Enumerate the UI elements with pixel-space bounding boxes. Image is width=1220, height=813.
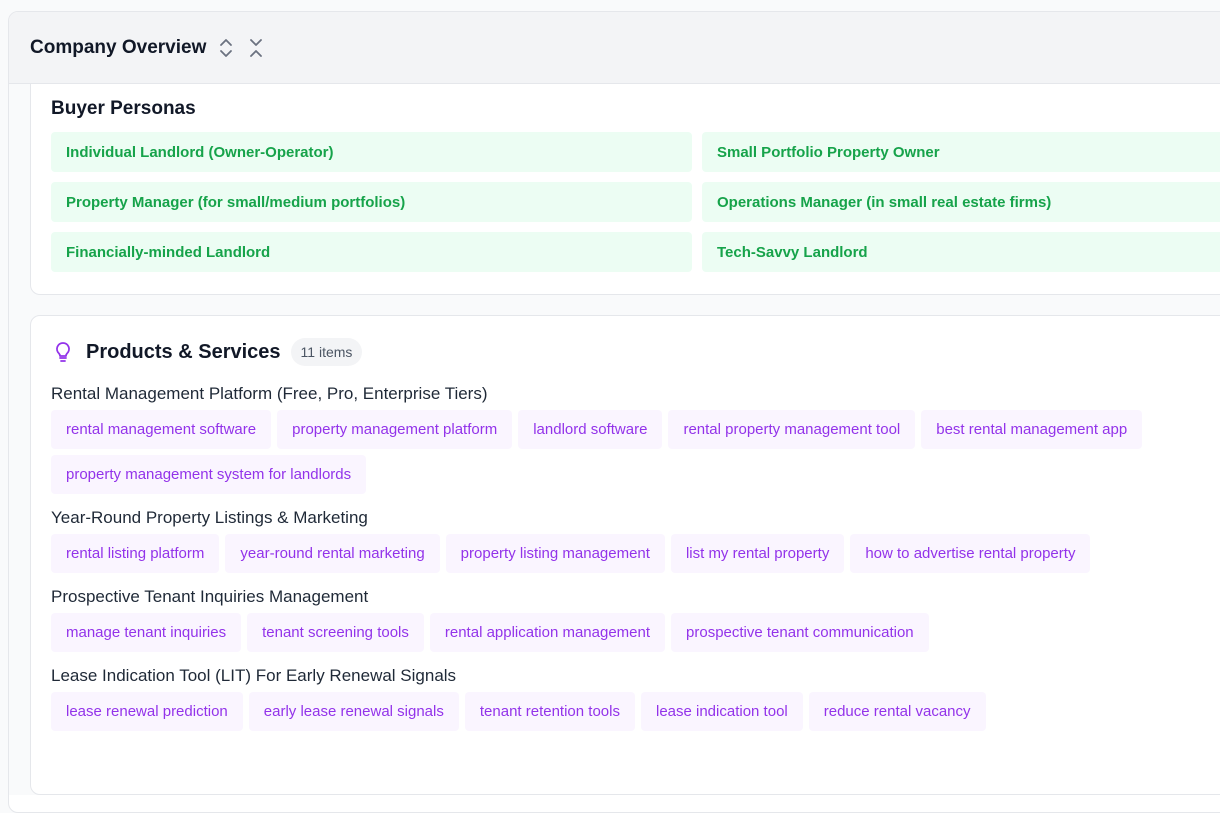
panel-title: Company Overview xyxy=(30,36,207,58)
persona-item: Property Manager (for small/medium portf… xyxy=(51,182,692,222)
keyword-tag[interactable]: rental application management xyxy=(429,613,666,652)
lightbulb-icon xyxy=(51,340,75,364)
company-overview-panel: Company Overview Buyer Personas Individu… xyxy=(8,11,1220,813)
persona-item: Operations Manager (in small real estate… xyxy=(702,182,1220,222)
chevron-up-down-icon[interactable] xyxy=(216,38,236,58)
products-title: Products & Services xyxy=(86,340,281,363)
keyword-tags: rental management software property mana… xyxy=(51,410,1191,494)
keyword-tag[interactable]: property management system for landlords xyxy=(51,455,367,494)
persona-item: Small Portfolio Property Owner xyxy=(702,132,1220,172)
product-group-title: Year-Round Property Listings & Marketing xyxy=(51,508,368,527)
product-group: Prospective Tenant Inquiries Management … xyxy=(51,587,1220,652)
product-group: Rental Management Platform (Free, Pro, E… xyxy=(51,384,1220,494)
keyword-tag[interactable]: year-round rental marketing xyxy=(225,534,440,573)
product-group-title: Lease Indication Tool (LIT) For Early Re… xyxy=(51,666,457,685)
keyword-tag[interactable]: list my rental property xyxy=(670,534,845,573)
keyword-tag[interactable]: tenant screening tools xyxy=(247,613,424,652)
keyword-tag[interactable]: best rental management app xyxy=(921,410,1143,449)
keyword-tag[interactable]: rental listing platform xyxy=(51,534,220,573)
keyword-tags: rental listing platform year-round renta… xyxy=(51,534,1191,573)
product-group-title: Rental Management Platform (Free, Pro, E… xyxy=(51,384,488,403)
collapse-icon[interactable] xyxy=(246,38,266,58)
keyword-tag[interactable]: landlord software xyxy=(518,410,663,449)
keyword-tags: lease renewal prediction early lease ren… xyxy=(51,692,1191,731)
panel-header: Company Overview xyxy=(9,12,1220,84)
keyword-tag[interactable]: manage tenant inquiries xyxy=(51,613,242,652)
keyword-tag[interactable]: lease indication tool xyxy=(640,692,803,731)
persona-item: Tech-Savvy Landlord xyxy=(702,232,1220,272)
persona-item: Individual Landlord (Owner-Operator) xyxy=(51,132,692,172)
keyword-tag[interactable]: rental property management tool xyxy=(668,410,916,449)
product-group: Year-Round Property Listings & Marketing… xyxy=(51,508,1220,573)
products-services-card: Products & Services 11 items Rental Mana… xyxy=(30,315,1220,795)
buyer-personas-card: Buyer Personas Individual Landlord (Owne… xyxy=(30,84,1220,295)
keyword-tag[interactable]: rental management software xyxy=(51,410,272,449)
buyer-personas-title: Buyer Personas xyxy=(51,98,196,119)
keyword-tag[interactable]: prospective tenant communication xyxy=(671,613,929,652)
keyword-tag[interactable]: reduce rental vacancy xyxy=(808,692,986,731)
panel-body: Buyer Personas Individual Landlord (Owne… xyxy=(9,84,1220,795)
keyword-tag[interactable]: how to advertise rental property xyxy=(850,534,1091,573)
keyword-tag[interactable]: tenant retention tools xyxy=(464,692,635,731)
product-group: Lease Indication Tool (LIT) For Early Re… xyxy=(51,666,1220,731)
keyword-tags: manage tenant inquiries tenant screening… xyxy=(51,613,1191,652)
keyword-tag[interactable]: early lease renewal signals xyxy=(248,692,459,731)
keyword-tag[interactable]: property listing management xyxy=(445,534,665,573)
persona-item: Financially-minded Landlord xyxy=(51,232,692,272)
items-count-badge: 11 items xyxy=(290,338,363,366)
product-group-title: Prospective Tenant Inquiries Management xyxy=(51,587,369,606)
products-header: Products & Services 11 items xyxy=(51,338,1220,366)
keyword-tag[interactable]: lease renewal prediction xyxy=(51,692,243,731)
persona-grid: Individual Landlord (Owner-Operator) Sma… xyxy=(51,132,1220,272)
keyword-tag[interactable]: property management platform xyxy=(277,410,513,449)
